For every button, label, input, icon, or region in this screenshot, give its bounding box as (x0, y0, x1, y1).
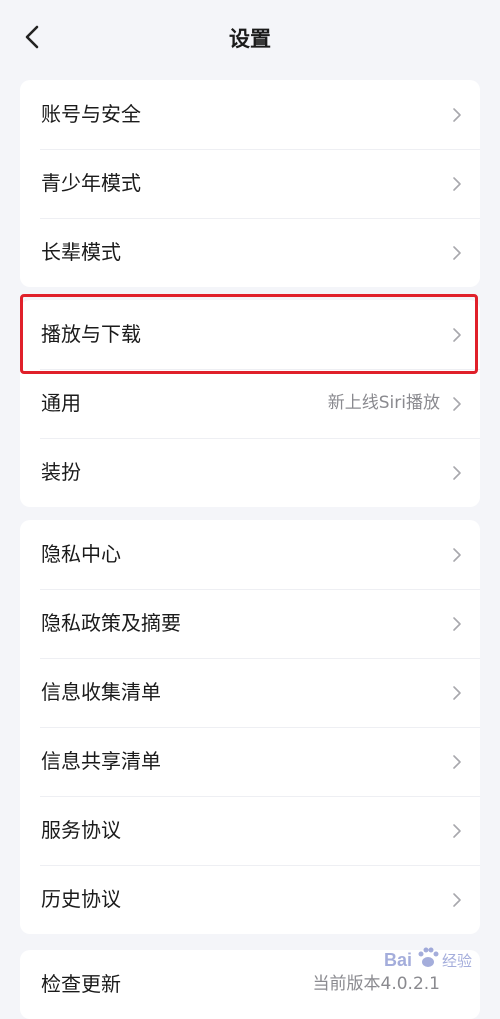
settings-item-label: 通用 (41, 391, 81, 415)
chevron-right-icon (453, 177, 461, 191)
chevron-right-icon (453, 617, 461, 631)
baidu-paw-icon: Bai 经验 (384, 947, 472, 970)
settings-item-info-sharing[interactable]: 信息共享清单 (20, 727, 480, 796)
settings-item-teen-mode[interactable]: 青少年模式 (20, 149, 480, 218)
chevron-right-icon (453, 397, 461, 411)
header-bar: 设置 (0, 0, 500, 66)
chevron-right-icon (453, 893, 461, 907)
svg-text:经验: 经验 (442, 952, 472, 970)
settings-item-label: 隐私中心 (41, 542, 121, 566)
settings-item-service-agreement[interactable]: 服务协议 (20, 796, 480, 865)
chevron-right-icon (453, 328, 461, 342)
settings-item-elder-mode[interactable]: 长辈模式 (20, 218, 480, 287)
settings-group-account: 账号与安全 青少年模式 长辈模式 (20, 80, 480, 287)
page-title: 设置 (229, 27, 271, 51)
chevron-right-icon (453, 246, 461, 260)
settings-item-label: 信息收集清单 (41, 680, 161, 704)
chevron-right-icon (453, 824, 461, 838)
settings-item-label: 长辈模式 (41, 240, 121, 264)
settings-item-playback-download[interactable]: 播放与下载 (20, 300, 480, 369)
settings-item-label: 信息共享清单 (41, 749, 161, 773)
settings-group-privacy: 隐私中心 隐私政策及摘要 信息收集清单 信息共享清单 服务协议 历史协议 (20, 520, 480, 934)
settings-item-privacy-center[interactable]: 隐私中心 (20, 520, 480, 589)
settings-item-label: 播放与下载 (41, 322, 141, 346)
chevron-right-icon (453, 755, 461, 769)
settings-item-label: 隐私政策及摘要 (41, 611, 181, 635)
settings-item-privacy-policy[interactable]: 隐私政策及摘要 (20, 589, 480, 658)
settings-item-account-security[interactable]: 账号与安全 (20, 80, 480, 149)
settings-item-general[interactable]: 通用 新上线Siri播放 (20, 369, 480, 438)
settings-item-label: 账号与安全 (41, 102, 141, 126)
settings-item-label: 服务协议 (41, 818, 121, 842)
svg-text:Bai: Bai (384, 950, 412, 970)
settings-item-label: 检查更新 (41, 972, 121, 996)
settings-item-note: 新上线Siri播放 (327, 393, 440, 413)
chevron-right-icon (453, 686, 461, 700)
chevron-right-icon (453, 108, 461, 122)
settings-group-playback: 播放与下载 通用 新上线Siri播放 装扮 (20, 300, 480, 507)
chevron-right-icon (453, 466, 461, 480)
settings-item-history-agreement[interactable]: 历史协议 (20, 865, 480, 934)
settings-item-label: 装扮 (41, 460, 81, 484)
settings-item-label: 历史协议 (41, 887, 121, 911)
settings-item-label: 青少年模式 (41, 171, 141, 195)
settings-item-decoration[interactable]: 装扮 (20, 438, 480, 507)
chevron-right-icon (453, 548, 461, 562)
settings-item-info-collection[interactable]: 信息收集清单 (20, 658, 480, 727)
